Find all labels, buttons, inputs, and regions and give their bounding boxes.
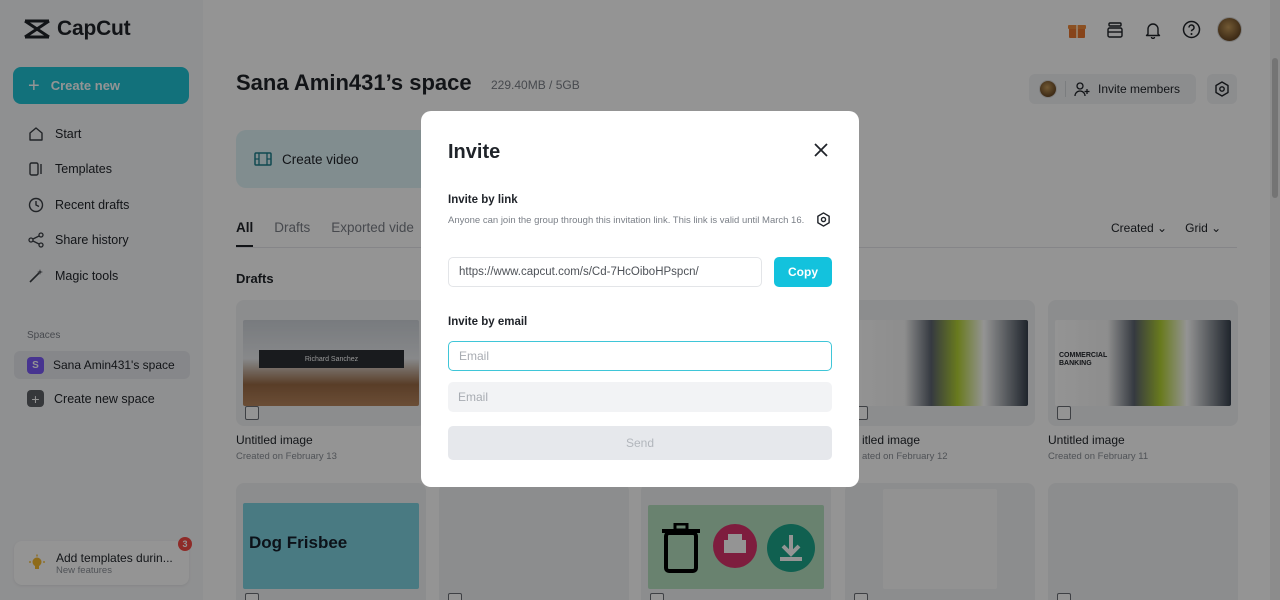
email-field[interactable] — [448, 341, 832, 371]
settings-icon — [816, 211, 830, 227]
copy-link-button[interactable]: Copy — [774, 257, 832, 287]
invite-by-email-heading: Invite by email — [448, 316, 528, 328]
email-field[interactable] — [448, 382, 832, 412]
invite-by-link-heading: Invite by link — [448, 194, 518, 206]
invite-link-field[interactable]: https://www.capcut.com/s/Cd-7HcOiboHPspc… — [448, 257, 762, 287]
close-icon — [814, 143, 828, 157]
close-button[interactable] — [811, 140, 831, 160]
invite-link-description: Anyone can join the group through this i… — [448, 215, 805, 226]
link-settings-button[interactable] — [814, 210, 832, 228]
send-button[interactable]: Send — [448, 426, 832, 460]
invite-dialog: Invite Invite by link Anyone can join th… — [421, 111, 859, 487]
dialog-title: Invite — [448, 141, 501, 163]
